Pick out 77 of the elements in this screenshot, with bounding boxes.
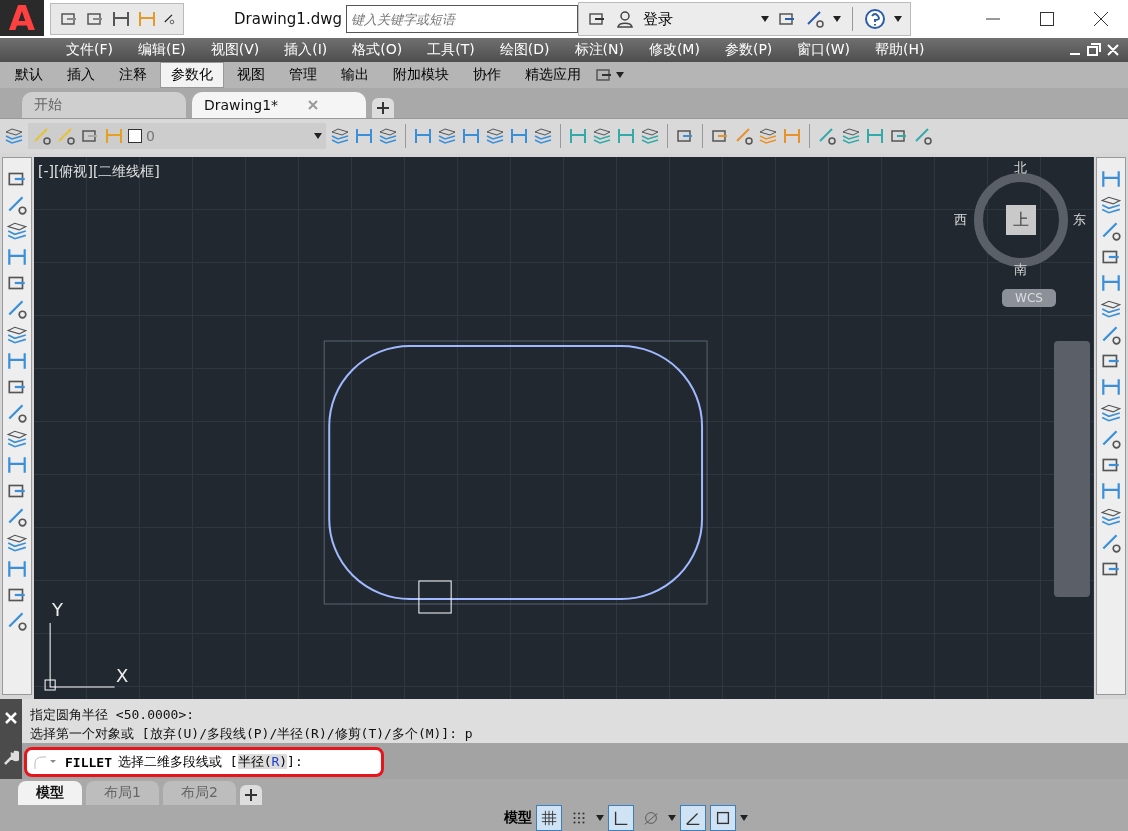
isodraft-toggle[interactable] — [680, 805, 706, 831]
user-icon — [615, 9, 635, 29]
ribbon-tab[interactable]: 协作 — [462, 62, 512, 88]
command-history-line: 选择第一个对象或 [放弃(U)/多段线(P)/半径(R)/修剪(T)/多个(M)]: p — [30, 725, 474, 743]
layout-tab[interactable]: 模型 — [18, 781, 82, 805]
menu-item[interactable]: 帮助(H) — [875, 41, 925, 59]
app-logo[interactable]: A — [0, 0, 44, 36]
close-icon[interactable] — [1094, 12, 1108, 26]
menu-item[interactable]: 标注(N) — [574, 41, 624, 59]
window-controls-icon[interactable] — [1070, 43, 1120, 57]
compass-label: 东 — [1073, 211, 1086, 229]
command-name: FILLET — [65, 754, 112, 770]
caret-icon[interactable] — [740, 815, 748, 821]
command-prompt: 选择二维多段线或 [半径(R)]: — [117, 753, 303, 771]
polar-icon — [642, 809, 660, 827]
snap-icon — [570, 809, 588, 827]
ribbon-tab[interactable]: 附加模块 — [382, 62, 460, 88]
axis-label: X — [116, 665, 129, 686]
window-title: Drawing1.dwg — [234, 10, 342, 28]
ribbon-tab[interactable]: 输出 — [330, 62, 380, 88]
osnap-toggle[interactable] — [710, 805, 736, 831]
grid-toggle[interactable] — [536, 805, 562, 831]
file-tab[interactable]: 开始 — [22, 92, 186, 118]
axis-label: Y — [52, 599, 63, 620]
command-line[interactable]: FILLET 选择二维多段线或 [半径(R)]: — [24, 747, 384, 777]
layer-properties-icon[interactable] — [4, 126, 24, 146]
ribbon-tab[interactable]: 精选应用 — [514, 62, 592, 88]
linear-dimension-icon[interactable] — [1100, 168, 1122, 190]
help-icon[interactable] — [864, 8, 886, 30]
ribbon-tab[interactable]: 注释 — [108, 62, 158, 88]
caret-icon[interactable] — [761, 16, 769, 22]
ribbon-tab[interactable]: 参数化 — [160, 62, 224, 88]
color-swatch-icon — [128, 129, 142, 143]
osnap-icon — [714, 809, 732, 827]
ortho-toggle[interactable] — [608, 805, 634, 831]
menu-item[interactable]: 修改(M) — [648, 41, 700, 59]
pickbox — [418, 580, 452, 614]
ribbon-tab[interactable]: 管理 — [278, 62, 328, 88]
menu-item[interactable]: 编辑(E) — [138, 41, 186, 59]
caret-icon[interactable] — [616, 72, 624, 78]
viewport-label[interactable]: [-][俯视][二维线框] — [38, 163, 160, 181]
plus-icon — [244, 789, 257, 801]
menu-item[interactable]: 文件(F) — [66, 41, 113, 59]
maximize-icon[interactable] — [1040, 12, 1054, 26]
ribbon-tab[interactable]: 视图 — [226, 62, 276, 88]
viewcube-face[interactable]: 上 — [1006, 205, 1036, 235]
menu-item[interactable]: 视图(V) — [210, 41, 260, 59]
grid-icon — [540, 809, 558, 827]
drawing-canvas[interactable]: [-][俯视][二维线框] Y X 北 西 上 东 南 WCS — [34, 157, 1094, 699]
caret-icon[interactable] — [833, 16, 841, 22]
file-tab[interactable]: Drawing1* — [192, 92, 366, 118]
menu-item[interactable]: 窗口(W) — [797, 41, 851, 59]
caret-icon[interactable] — [314, 133, 322, 139]
menu-item[interactable]: 插入(I) — [284, 41, 328, 59]
ucs-icon — [44, 622, 116, 691]
wrench-icon[interactable] — [3, 750, 19, 766]
compass-label: 北 — [1014, 159, 1027, 177]
menu-item[interactable]: 工具(T) — [427, 41, 475, 59]
layer-name: 0 — [146, 128, 156, 144]
caret-icon[interactable] — [596, 815, 604, 821]
compass-label: 西 — [954, 211, 967, 229]
caret-icon[interactable] — [894, 16, 902, 22]
plus-icon — [377, 102, 389, 114]
menu-item[interactable]: 格式(O) — [352, 41, 403, 59]
search-field[interactable]: 键入关键字或短语 — [346, 5, 578, 33]
compass-label: 南 — [1014, 261, 1027, 279]
model-space-label[interactable]: 模型 — [504, 809, 532, 827]
caret-icon[interactable] — [668, 815, 676, 821]
new-tab-button[interactable] — [372, 98, 394, 118]
ortho-icon — [612, 809, 630, 827]
ribbon-tab[interactable]: 默认 — [4, 62, 54, 88]
sign-in-link[interactable]: 登录 — [643, 9, 753, 29]
menu-item[interactable]: 参数(P) — [724, 41, 773, 59]
command-history-line: 指定圆角半径 <50.0000>: — [30, 706, 196, 724]
menu-item[interactable]: 绘图(D) — [499, 41, 550, 59]
new-layout-button[interactable] — [239, 785, 262, 805]
ribbon-tab[interactable]: 插入 — [56, 62, 106, 88]
